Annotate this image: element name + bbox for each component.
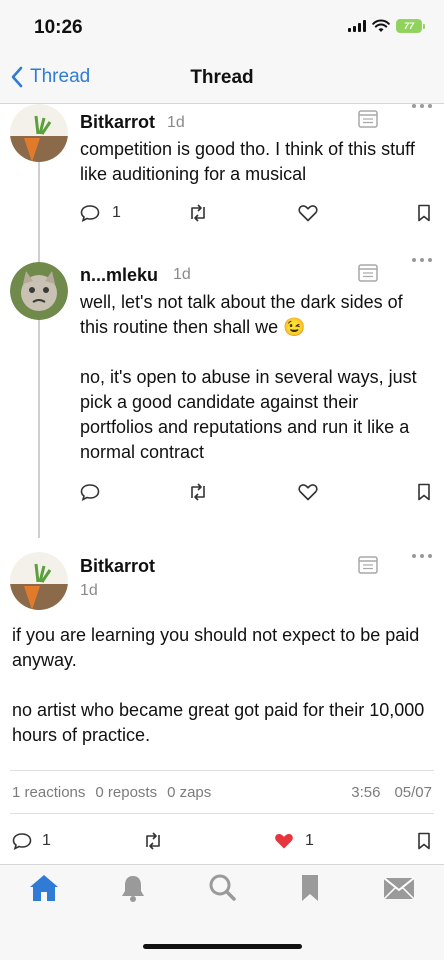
more-options-icon[interactable] bbox=[412, 554, 432, 560]
post-age: 1d bbox=[167, 114, 185, 131]
reply-count: 1 bbox=[42, 832, 51, 849]
status-time: 10:26 bbox=[34, 17, 83, 38]
wifi-icon bbox=[372, 19, 390, 32]
post-date: 05/07 bbox=[394, 784, 432, 801]
note-icon[interactable] bbox=[358, 110, 378, 128]
post-stats: 1 reactions 0 reposts 0 zaps bbox=[12, 784, 211, 801]
reactions-count[interactable]: 1 reactions bbox=[12, 784, 85, 801]
zaps-count[interactable]: 0 zaps bbox=[167, 784, 211, 801]
main-post-author[interactable]: Bitkarrot bbox=[80, 556, 155, 577]
note-icon[interactable] bbox=[358, 556, 378, 574]
like-icon[interactable] bbox=[298, 204, 318, 222]
thread-connector-line bbox=[38, 104, 40, 538]
bookmark-icon[interactable] bbox=[417, 204, 431, 222]
repost-icon[interactable] bbox=[142, 832, 164, 850]
search-icon[interactable] bbox=[208, 873, 236, 903]
like-icon[interactable] bbox=[298, 483, 318, 501]
status-icons: 77 bbox=[348, 19, 425, 33]
divider bbox=[10, 770, 434, 771]
reply-icon[interactable] bbox=[80, 483, 100, 501]
bookmark-icon[interactable] bbox=[417, 832, 431, 850]
reply-icon[interactable] bbox=[80, 204, 100, 222]
mail-icon[interactable] bbox=[382, 873, 416, 903]
more-options-icon[interactable] bbox=[412, 104, 432, 110]
more-options-icon[interactable] bbox=[412, 258, 432, 264]
liked-heart-icon[interactable] bbox=[274, 832, 294, 850]
battery-level: 77 bbox=[403, 21, 414, 31]
reply-icon[interactable] bbox=[12, 832, 32, 850]
avatar[interactable] bbox=[10, 104, 68, 162]
post-author[interactable]: n...mleku bbox=[80, 265, 158, 286]
post-author[interactable]: Bitkarrot bbox=[80, 112, 155, 133]
post-content: well, let's not talk about the dark side… bbox=[80, 292, 417, 462]
divider bbox=[10, 813, 434, 814]
repost-icon[interactable] bbox=[187, 204, 209, 222]
bookmark-icon[interactable] bbox=[417, 483, 431, 501]
battery-icon: 77 bbox=[396, 19, 425, 33]
page-title: Thread bbox=[190, 67, 254, 88]
post-content: competition is good tho. I think of this… bbox=[80, 139, 415, 184]
note-icon[interactable] bbox=[358, 264, 378, 282]
bell-icon[interactable] bbox=[119, 873, 147, 903]
post-age: 1d bbox=[173, 266, 191, 283]
post-timestamp: 3:56 05/07 bbox=[351, 784, 432, 801]
main-post-content: if you are learning you should not expec… bbox=[12, 625, 425, 745]
post-time: 3:56 bbox=[351, 784, 381, 801]
cellular-signal-icon bbox=[348, 20, 366, 32]
reply-count: 1 bbox=[112, 204, 121, 221]
top-bar: 10:26 77 Thread Thread bbox=[0, 0, 444, 104]
avatar[interactable] bbox=[10, 552, 68, 610]
home-icon[interactable] bbox=[28, 873, 60, 903]
avatar[interactable] bbox=[10, 262, 68, 320]
reposts-count[interactable]: 0 reposts bbox=[95, 784, 157, 801]
repost-icon[interactable] bbox=[187, 483, 209, 501]
home-indicator bbox=[143, 944, 302, 949]
like-count: 1 bbox=[305, 832, 314, 849]
bookmarks-icon[interactable] bbox=[299, 873, 321, 903]
main-post-age: 1d bbox=[80, 582, 98, 599]
